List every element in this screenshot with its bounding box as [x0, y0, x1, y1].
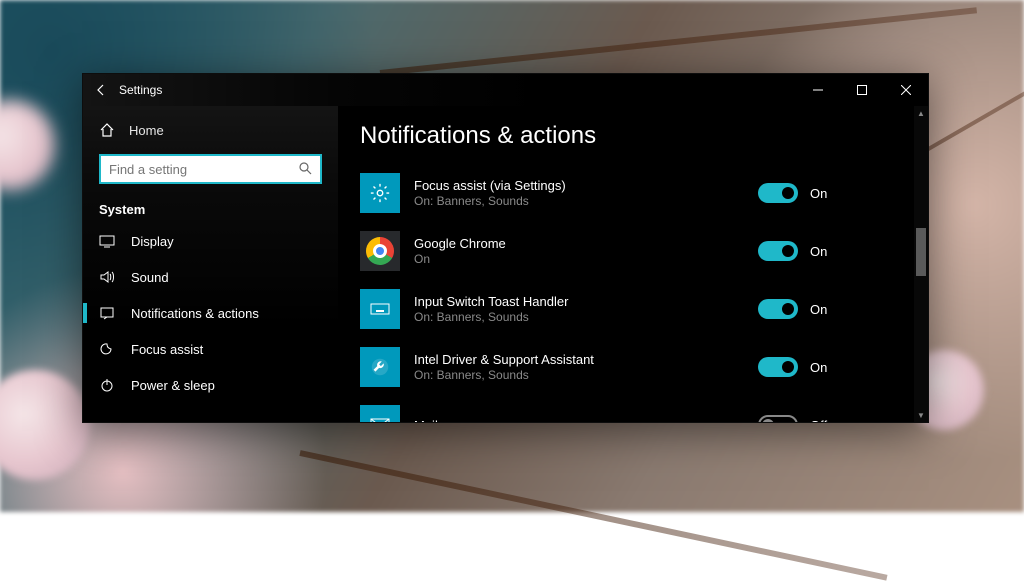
home-icon [99, 122, 115, 138]
home-label: Home [129, 123, 164, 138]
app-row[interactable]: Input Switch Toast HandlerOn: Banners, S… [360, 280, 888, 338]
sidebar-item-focus-assist[interactable]: Focus assist [83, 331, 338, 367]
app-list: Focus assist (via Settings)On: Banners, … [338, 164, 928, 422]
sidebar-item-label: Notifications & actions [131, 306, 259, 321]
toggle-switch[interactable] [758, 241, 798, 261]
wrench-icon [360, 347, 400, 387]
scroll-up-arrow[interactable]: ▲ [914, 106, 928, 120]
toggle-state-label: On [810, 360, 827, 375]
gear-icon [360, 173, 400, 213]
toggle-group: On [758, 299, 888, 319]
app-name: Intel Driver & Support Assistant [414, 352, 758, 367]
sidebar-item-label: Display [131, 234, 174, 249]
app-subtext: On: Banners, Sounds [414, 368, 758, 382]
sidebar-item-sound[interactable]: Sound [83, 259, 338, 295]
notifications-icon [99, 305, 115, 321]
app-subtext: On: Banners, Sounds [414, 194, 758, 208]
toggle-switch[interactable] [758, 183, 798, 203]
app-subtext: On [414, 252, 758, 266]
app-row[interactable]: Google ChromeOnOn [360, 222, 888, 280]
toggle-group: On [758, 183, 888, 203]
back-button[interactable] [83, 74, 119, 106]
app-row[interactable]: Mail Off [360, 396, 888, 422]
app-subtext: On: Banners, Sounds [414, 310, 758, 324]
toggle-state-label: Off [810, 418, 827, 423]
app-name: Mail [414, 418, 758, 423]
toggle-group: On [758, 241, 888, 261]
window-title: Settings [119, 83, 162, 97]
page-title: Notifications & actions [338, 106, 928, 164]
chrome-icon [360, 231, 400, 271]
main-content: Notifications & actions Focus assist (vi… [338, 106, 928, 422]
app-info: Intel Driver & Support AssistantOn: Bann… [400, 352, 758, 382]
app-info: Mail [400, 418, 758, 423]
app-name: Focus assist (via Settings) [414, 178, 758, 193]
toggle-state-label: On [810, 302, 827, 317]
toggle-group: On [758, 357, 888, 377]
app-name: Google Chrome [414, 236, 758, 251]
sidebar-item-label: Focus assist [131, 342, 203, 357]
search-input[interactable] [109, 162, 298, 177]
app-info: Focus assist (via Settings)On: Banners, … [400, 178, 758, 208]
sidebar-item-power-sleep[interactable]: Power & sleep [83, 367, 338, 403]
search-box[interactable] [99, 154, 322, 184]
sound-icon [99, 269, 115, 285]
toggle-switch[interactable] [758, 357, 798, 377]
sidebar-item-label: Sound [131, 270, 169, 285]
sidebar-item-display[interactable]: Display [83, 223, 338, 259]
titlebar: Settings [83, 74, 928, 106]
focus-assist-icon [99, 341, 115, 357]
settings-window: Settings Home [82, 73, 929, 423]
display-icon [99, 233, 115, 249]
sidebar-section-title: System [83, 192, 338, 223]
search-icon [298, 161, 312, 178]
scroll-thumb[interactable] [916, 228, 926, 276]
nav-list: Display Sound Notifications & actions Fo… [83, 223, 338, 403]
power-icon [99, 377, 115, 393]
toggle-switch[interactable] [758, 299, 798, 319]
minimize-button[interactable] [796, 74, 840, 106]
maximize-button[interactable] [840, 74, 884, 106]
toggle-state-label: On [810, 186, 827, 201]
app-name: Input Switch Toast Handler [414, 294, 758, 309]
sidebar-item-notifications[interactable]: Notifications & actions [83, 295, 338, 331]
app-row[interactable]: Intel Driver & Support AssistantOn: Bann… [360, 338, 888, 396]
sidebar-item-label: Power & sleep [131, 378, 215, 393]
sidebar: Home System Display Sound [83, 106, 338, 422]
scroll-down-arrow[interactable]: ▼ [914, 408, 928, 422]
scrollbar[interactable]: ▲ ▼ [914, 106, 928, 422]
home-nav[interactable]: Home [83, 114, 338, 146]
keyboard-icon [360, 289, 400, 329]
mail-icon [360, 405, 400, 422]
app-row[interactable]: Focus assist (via Settings)On: Banners, … [360, 164, 888, 222]
app-info: Input Switch Toast HandlerOn: Banners, S… [400, 294, 758, 324]
toggle-switch[interactable] [758, 415, 798, 422]
close-button[interactable] [884, 74, 928, 106]
toggle-group: Off [758, 415, 888, 422]
toggle-state-label: On [810, 244, 827, 259]
app-info: Google ChromeOn [400, 236, 758, 266]
